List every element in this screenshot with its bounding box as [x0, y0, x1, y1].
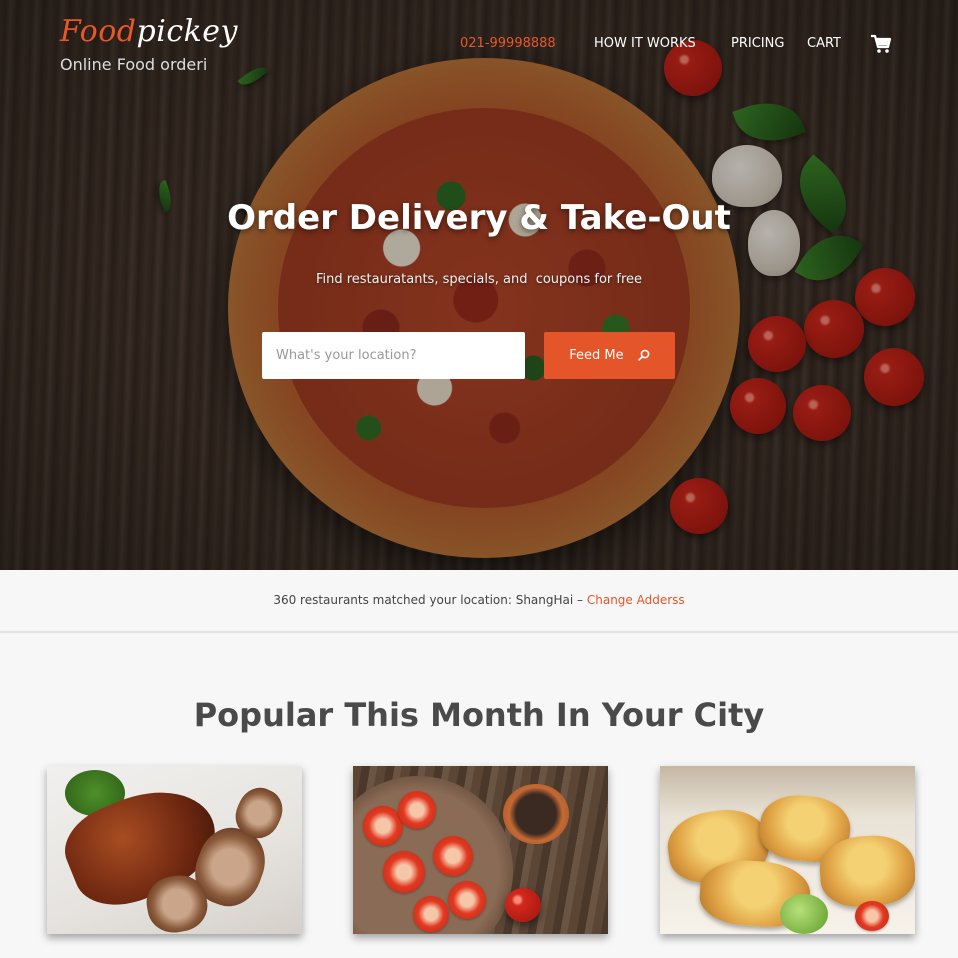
feed-me-button[interactable]: Feed Me — [544, 332, 675, 379]
search-icon — [638, 349, 650, 361]
tomato-slice-image — [855, 901, 889, 931]
tomato-slice-image — [383, 851, 425, 893]
location-match-bar: 360 restaurants matched your location: S… — [0, 570, 958, 633]
match-count-text: 360 restaurants matched your location: S… — [273, 593, 587, 607]
match-status-text: 360 restaurants matched your location: S… — [0, 593, 958, 607]
tomato-slice-image — [398, 791, 436, 829]
tomato-slice-image — [433, 836, 473, 876]
nav-phone-link[interactable]: 021-99998888 — [460, 36, 556, 51]
popular-section-title: Popular This Month In Your City — [193, 696, 765, 734]
hero-subtitle: Find restauratants, specials, and coupon… — [315, 272, 643, 287]
popular-item-card[interactable] — [47, 766, 302, 934]
logo-accent-text: Food — [60, 14, 137, 49]
shopping-cart-icon[interactable] — [870, 34, 892, 58]
feed-me-button-label: Feed Me — [569, 348, 624, 363]
nav-cart-link[interactable]: CART — [807, 36, 841, 51]
location-search-input[interactable] — [262, 332, 525, 379]
nav-pricing-link[interactable]: PRICING — [731, 36, 784, 51]
logo[interactable]: Foodpickey Online Food ordering — [60, 14, 238, 74]
popular-item-card[interactable] — [660, 766, 915, 934]
popular-item-card[interactable] — [353, 766, 608, 934]
lime-image — [780, 894, 828, 934]
hero-title: Order Delivery & Take-Out — [227, 198, 731, 238]
change-address-link[interactable]: Change Adderss — [587, 593, 685, 607]
nav-how-it-works-link[interactable]: HOW IT WORKS — [594, 36, 696, 51]
tomato-slice-image — [413, 896, 449, 932]
tomato-slice-image — [363, 806, 403, 846]
spice-bowl-image — [503, 784, 569, 844]
logo-wordmark[interactable]: Foodpickey — [60, 14, 238, 49]
logo-text: pickey — [136, 14, 238, 49]
logo-tagline: Online Food ordering — [60, 55, 208, 74]
hero-section: Foodpickey Online Food ordering 021-9999… — [0, 0, 958, 570]
tomato-image — [505, 888, 541, 922]
tomato-slice-image — [448, 881, 486, 919]
